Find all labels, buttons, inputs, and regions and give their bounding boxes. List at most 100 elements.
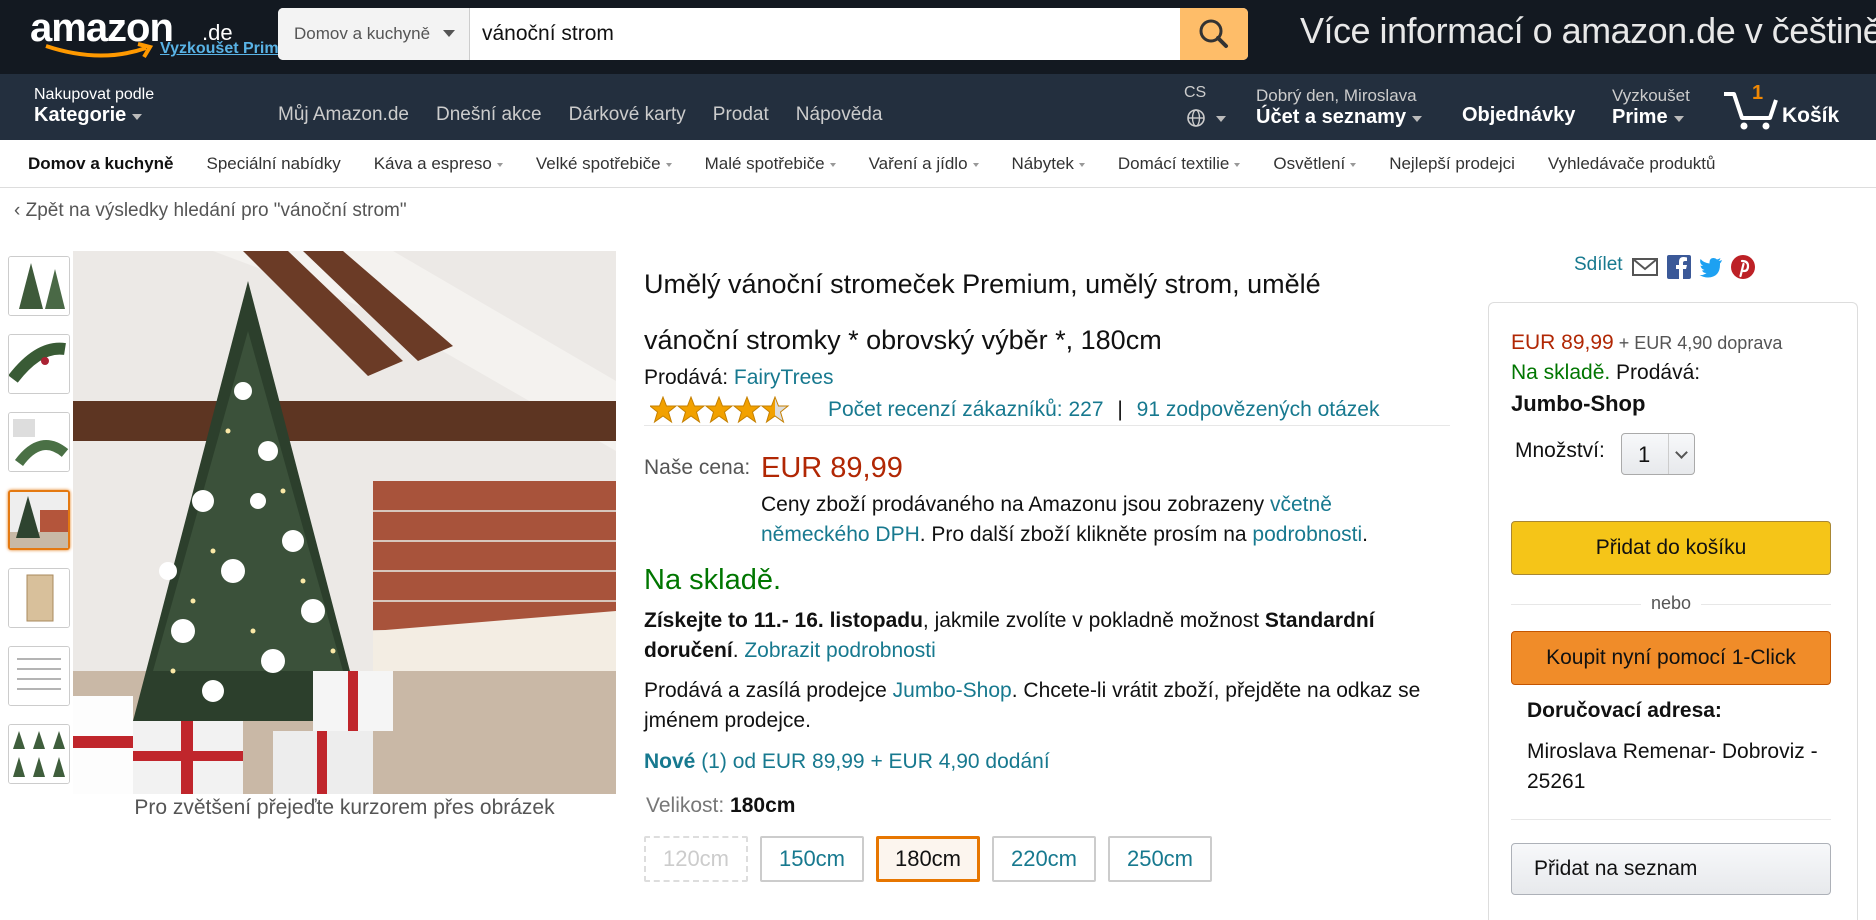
chevron-down-icon	[1350, 162, 1357, 167]
thumbnail-7[interactable]	[8, 724, 70, 784]
category-subnav: Domov a kuchyně Speciální nabídky Káva a…	[0, 140, 1876, 188]
globe-icon	[1187, 109, 1205, 127]
availability: Na skladě.	[644, 564, 782, 596]
subnav-coffee[interactable]: Káva a espreso	[374, 154, 503, 174]
category-big-label: Kategorie	[34, 104, 127, 126]
subnav-special-offers[interactable]: Speciální nabídky	[207, 154, 341, 174]
subnav-best-sellers[interactable]: Nejlepší prodejci	[1389, 154, 1515, 174]
delivery-text: .	[732, 639, 745, 662]
nav-link-my-amazon[interactable]: Můj Amazon.de	[278, 104, 409, 126]
cart-button[interactable]: 1 Košík	[1722, 82, 1852, 132]
seller-link[interactable]: FairyTrees	[734, 366, 834, 389]
search-icon	[1199, 19, 1228, 48]
new-offers-link[interactable]: Nové (1) od EUR 89,99 + EUR 4,90 dodání	[644, 750, 1050, 774]
language-promo-banner[interactable]: Více informací o amazon.de v češtině	[1300, 10, 1876, 52]
nav-link-gift-cards[interactable]: Dárkové karty	[569, 104, 686, 126]
price-note-text: . Pro další zboží klikněte prosím na	[919, 523, 1253, 546]
search-button[interactable]	[1180, 8, 1248, 60]
twitter-icon[interactable]	[1698, 254, 1724, 280]
chevron-down-icon	[1673, 115, 1684, 122]
subnav-furniture[interactable]: Nábytek	[1012, 154, 1085, 174]
product-title-line-2: vánoční stromky * obrovský výběr *, 180c…	[644, 325, 1162, 355]
subnav-cooking[interactable]: Vaření a jídlo	[869, 154, 979, 174]
pinterest-icon[interactable]	[1730, 254, 1756, 280]
buybox-shipping: + EUR 4,90 doprava	[1613, 333, 1783, 353]
or-divider: nebo	[1511, 593, 1831, 614]
delivery-details-link[interactable]: Zobrazit podrobnosti	[744, 639, 935, 662]
chevron-down-icon	[972, 162, 979, 167]
price-note: Ceny zboží prodávaného na Amazonu jsou z…	[761, 490, 1441, 550]
chevron-down-icon	[132, 113, 143, 120]
thumbnail-1[interactable]	[8, 256, 70, 316]
buybox-seller[interactable]: Jumbo-Shop	[1511, 391, 1645, 417]
thumbnail-5[interactable]	[8, 568, 70, 628]
subnav-label: Vaření a jídlo	[868, 154, 968, 173]
email-icon[interactable]	[1632, 254, 1658, 280]
buybox-sold-by: Prodává:	[1610, 361, 1701, 384]
reviews-count-link[interactable]: Počet recenzí zákazníků: 227	[828, 398, 1104, 421]
separator: |	[1117, 398, 1123, 421]
product-details: Umělý vánoční stromeček Premium, umělý s…	[644, 256, 1454, 368]
quantity-select[interactable]: 1	[1621, 433, 1695, 475]
box-thumbnail-icon	[9, 569, 69, 627]
price-label: Naše cena:	[644, 456, 751, 479]
image-thumbnails	[8, 256, 70, 802]
rating-row: Počet recenzí zákazníků: 227 | 91 zodpov…	[644, 396, 1450, 426]
size-option-220cm[interactable]: 220cm	[992, 836, 1096, 882]
back-to-results-link[interactable]: ‹ Zpět na výsledky hledání pro "vánoční …	[14, 200, 407, 222]
room-thumbnail-icon	[10, 492, 68, 548]
details-link[interactable]: podrobnosti	[1252, 523, 1362, 546]
answered-questions-link[interactable]: 91 zodpovězených otázek	[1137, 398, 1380, 421]
nav-link-todays-deals[interactable]: Dnešní akce	[436, 104, 542, 126]
ships-from: Prodává a zasílá prodejce Jumbo-Shop. Ch…	[644, 676, 1454, 736]
prime-menu[interactable]: Vyzkoušet Prime	[1612, 86, 1690, 129]
subnav-label: Káva a espreso	[373, 154, 492, 173]
orders-link[interactable]: Objednávky	[1462, 104, 1575, 127]
thumbnail-3[interactable]	[8, 412, 70, 472]
thumbnail-2[interactable]	[8, 334, 70, 394]
price-note-text: .	[1362, 523, 1368, 546]
add-to-list-button[interactable]: Přidat na seznam	[1511, 843, 1831, 895]
facebook-icon[interactable]	[1666, 254, 1692, 280]
merchant-link[interactable]: Jumbo-Shop	[893, 679, 1012, 702]
shop-by-category-menu[interactable]: Nakupovat podle Kategorie	[34, 86, 154, 127]
add-to-cart-button[interactable]: Přidat do košíku	[1511, 521, 1831, 575]
tree-thumbnail-icon	[9, 257, 69, 315]
department-label: Domov a kuchyně	[294, 24, 431, 43]
subnav-label: Speciální nabídky	[206, 154, 341, 173]
size-option-180cm[interactable]: 180cm	[876, 836, 980, 882]
chevron-down-icon	[496, 162, 503, 167]
subnav-home-kitchen[interactable]: Domov a kuchyně	[28, 154, 174, 174]
account-menu[interactable]: Dobrý den, Miroslava Účet a seznamy	[1256, 86, 1423, 129]
subnav-large-appliances[interactable]: Velké spotřebiče	[536, 154, 672, 174]
try-prime-link[interactable]: Vyzkoušet Prime	[160, 40, 287, 58]
thumbnail-4-selected[interactable]	[8, 490, 70, 550]
amazon-logo[interactable]: amazon .de Vyzkoušet Prime	[30, 4, 287, 68]
buy-now-button[interactable]: Koupit nyní pomocí 1-Click	[1511, 631, 1831, 685]
subnav-small-appliances[interactable]: Malé spotřebiče	[705, 154, 836, 174]
subnav-lighting[interactable]: Osvětlení	[1273, 154, 1357, 174]
size-option-250cm[interactable]: 250cm	[1108, 836, 1212, 882]
seller-label: Prodává:	[644, 366, 734, 389]
chart-thumbnail-icon	[9, 647, 69, 705]
size-selected: 180cm	[730, 794, 796, 817]
branch-thumbnail-icon	[9, 335, 69, 393]
size-option-150cm[interactable]: 150cm	[760, 836, 864, 882]
search-department-select[interactable]: Domov a kuchyně	[278, 8, 470, 60]
cart-icon	[1724, 92, 1778, 130]
nav-link-sell[interactable]: Prodat	[713, 104, 769, 126]
thumbnail-6[interactable]	[8, 646, 70, 706]
chevron-down-icon	[1412, 115, 1423, 122]
main-product-image[interactable]	[73, 251, 616, 794]
trees-thumbnail-icon	[9, 725, 69, 783]
subnav-home-textiles[interactable]: Domácí textilie	[1118, 154, 1241, 174]
detail-thumbnail-icon	[9, 413, 69, 471]
language-selector[interactable]: CS	[1184, 84, 1226, 127]
cart-label: Košík	[1782, 104, 1840, 127]
star-rating-icon[interactable]	[650, 396, 790, 424]
search-input[interactable]: vánoční strom	[482, 8, 614, 60]
size-options: 120cm 150cm 180cm 220cm 250cm	[644, 836, 1212, 882]
nav-link-help[interactable]: Nápověda	[796, 104, 883, 126]
subnav-product-finders[interactable]: Vyhledávače produktů	[1548, 154, 1716, 174]
delivery-address[interactable]: Miroslava Remenar- Dobroviz - 25261	[1527, 737, 1843, 797]
